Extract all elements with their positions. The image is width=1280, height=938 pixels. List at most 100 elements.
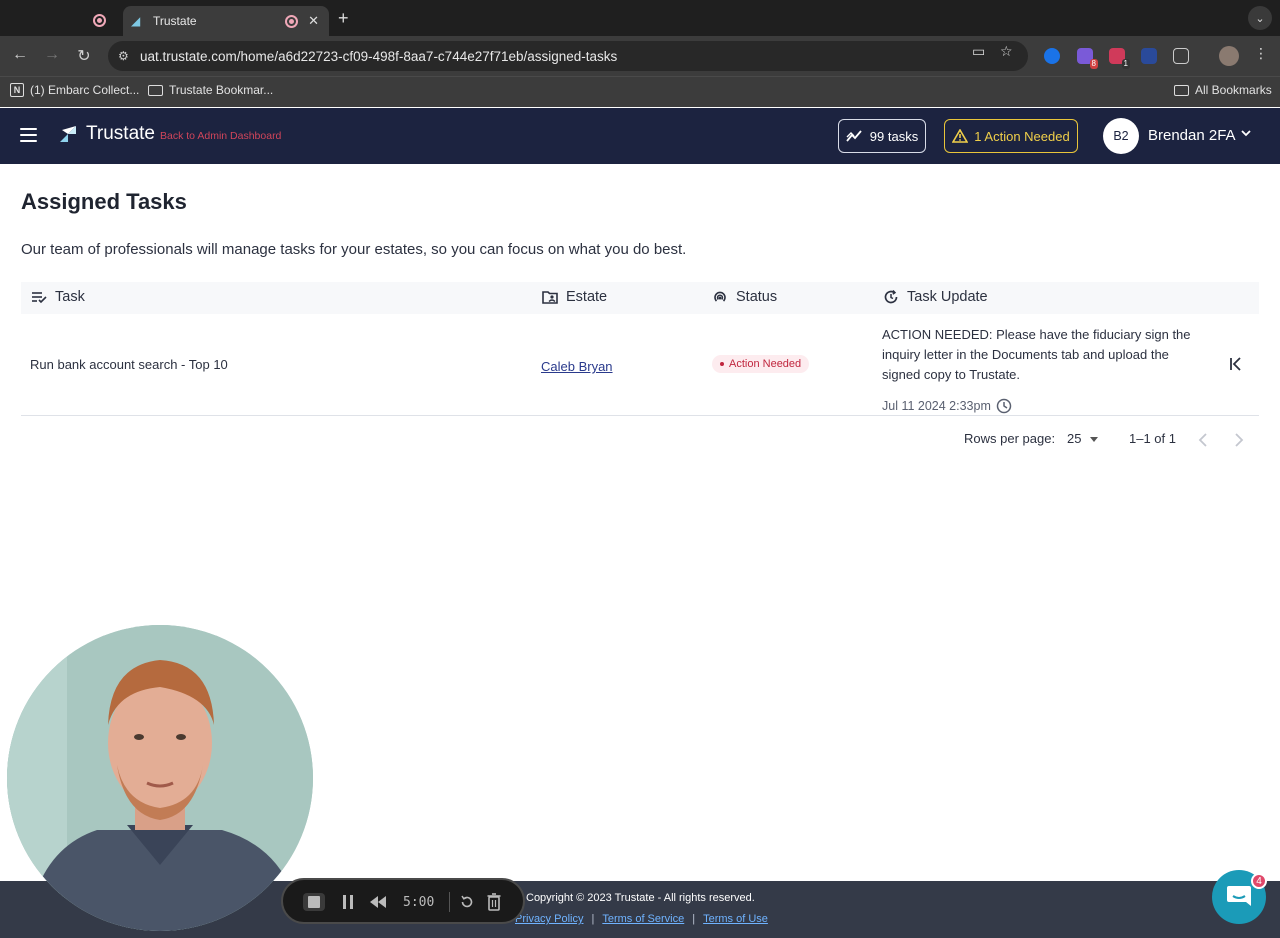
collapse-first-page-icon[interactable] bbox=[1228, 356, 1244, 372]
task-update-text: ACTION NEEDED: Please have the fiduciary… bbox=[882, 325, 1202, 385]
back-to-admin-link[interactable]: Back to Admin Dashboard bbox=[160, 130, 281, 142]
extension-shield-icon[interactable] bbox=[1044, 48, 1060, 64]
pause-icon[interactable] bbox=[341, 894, 355, 910]
address-bar[interactable]: ⚙ uat.trustate.com/home/a6d22723-cf09-49… bbox=[108, 41, 1028, 71]
footer-separator: | bbox=[591, 913, 595, 925]
user-name[interactable]: Brendan 2FA bbox=[1148, 127, 1236, 144]
signal-icon bbox=[714, 291, 726, 302]
folder-user-icon bbox=[542, 291, 558, 304]
recorder-controls: 5:00 bbox=[281, 878, 525, 924]
rows-per-page-label: Rows per page: bbox=[964, 431, 1056, 446]
stop-recording-icon[interactable] bbox=[303, 893, 325, 911]
status-label: Action Needed bbox=[729, 358, 802, 370]
url-text[interactable]: uat.trustate.com/home/a6d22723-cf09-498f… bbox=[140, 49, 617, 64]
extension-badge: 1 bbox=[1121, 59, 1130, 69]
column-header-task[interactable]: Task bbox=[31, 289, 85, 305]
column-label: Task bbox=[55, 289, 85, 305]
notion-icon: N bbox=[10, 83, 24, 97]
column-label: Status bbox=[736, 289, 778, 305]
task-update-line: inquiry letter in the Documents tab and … bbox=[882, 347, 1169, 362]
bookmark-star-icon[interactable]: ☆ bbox=[1000, 43, 1013, 60]
back-arrow-icon[interactable]: ← bbox=[10, 46, 30, 64]
caret-down-icon bbox=[1090, 436, 1099, 442]
chevron-down-icon[interactable] bbox=[1240, 127, 1252, 139]
webcam-bubble[interactable] bbox=[7, 625, 313, 931]
table-row[interactable]: Run bank account search - Top 10 Caleb B… bbox=[21, 318, 1259, 416]
next-page-icon[interactable] bbox=[1234, 433, 1244, 447]
chat-bubble-icon bbox=[1227, 886, 1251, 906]
recording-icon bbox=[285, 14, 299, 28]
previous-page-icon[interactable] bbox=[1198, 433, 1208, 447]
task-update-line: ACTION NEEDED: Please have the fiduciary… bbox=[882, 327, 1191, 342]
estate-link[interactable]: Caleb Bryan bbox=[541, 359, 613, 374]
browser-menu-icon[interactable]: ⋮ bbox=[1254, 45, 1268, 62]
footer-links: Privacy Policy | Terms of Service | Term… bbox=[515, 913, 768, 925]
user-avatar[interactable]: B2 bbox=[1103, 118, 1139, 154]
rewind-icon[interactable] bbox=[369, 895, 387, 909]
action-needed-label: 1 Action Needed bbox=[974, 128, 1070, 144]
status-dot-icon bbox=[720, 362, 724, 366]
browser-tab-trustate[interactable]: ◢ Trustate ✕ bbox=[123, 6, 329, 36]
new-tab-button[interactable]: + bbox=[338, 8, 349, 29]
page-description: Our team of professionals will manage ta… bbox=[21, 241, 687, 258]
extension-puzzle-icon[interactable]: 8 bbox=[1077, 48, 1098, 69]
folder-icon bbox=[1174, 84, 1189, 96]
browser-toolbar: ← → ↻ ⚙ uat.trustate.com/home/a6d22723-c… bbox=[0, 36, 1280, 76]
trustate-logo-icon bbox=[60, 126, 76, 142]
status-badge: Action Needed bbox=[712, 354, 810, 373]
menu-icon[interactable] bbox=[20, 128, 37, 146]
browser-tab-recording[interactable] bbox=[0, 6, 120, 36]
trash-icon[interactable] bbox=[487, 893, 501, 911]
task-update-line: signed copy to Trustate. bbox=[882, 367, 1021, 382]
recording-icon bbox=[93, 14, 106, 27]
tab-title: Trustate bbox=[153, 14, 197, 28]
trustate-favicon-icon: ◢ bbox=[131, 14, 141, 28]
action-needed-button[interactable]: 1 Action Needed bbox=[944, 119, 1078, 153]
extension-clip-icon[interactable]: 1 bbox=[1109, 48, 1130, 69]
bookmark-embarc[interactable]: N (1) Embarc Collect... bbox=[10, 83, 139, 97]
bookmark-label: Trustate Bookmar... bbox=[169, 83, 274, 97]
task-update-time: Jul 11 2024 2:33pm bbox=[882, 398, 1012, 414]
trend-icon bbox=[846, 130, 862, 142]
update-timestamp: Jul 11 2024 2:33pm bbox=[882, 399, 991, 413]
terms-of-use-link[interactable]: Terms of Use bbox=[703, 913, 768, 925]
privacy-policy-link[interactable]: Privacy Policy bbox=[515, 913, 583, 925]
column-header-status[interactable]: Status bbox=[712, 289, 777, 305]
tasks-count-button[interactable]: 99 tasks bbox=[838, 119, 926, 153]
table-header: Task Estate Status Task Update bbox=[21, 282, 1259, 314]
column-label: Task Update bbox=[907, 289, 988, 305]
camera-icon[interactable]: ▭ bbox=[972, 43, 985, 60]
bookmark-trustate-folder[interactable]: Trustate Bookmar... bbox=[148, 83, 273, 97]
restart-icon[interactable] bbox=[459, 894, 475, 910]
warning-icon bbox=[952, 129, 969, 143]
extensions-icon[interactable] bbox=[1173, 48, 1189, 64]
trustate-logo[interactable]: Trustate bbox=[58, 123, 155, 145]
forward-arrow-icon[interactable]: → bbox=[42, 46, 62, 64]
terms-of-service-link[interactable]: Terms of Service bbox=[602, 913, 684, 925]
reload-icon[interactable]: ↻ bbox=[74, 46, 94, 66]
pagination-range: 1–1 of 1 bbox=[1129, 431, 1176, 446]
bookmark-label: (1) Embarc Collect... bbox=[30, 83, 140, 97]
site-settings-icon[interactable]: ⚙ bbox=[118, 49, 140, 63]
task-name: Run bank account search - Top 10 bbox=[30, 357, 228, 372]
column-header-task-update[interactable]: Task Update bbox=[883, 289, 988, 305]
close-tab-icon[interactable]: ✕ bbox=[308, 13, 319, 29]
app-header: Trustate Back to Admin Dashboard 99 task… bbox=[0, 108, 1280, 164]
copyright-text: Copyright © 2023 Trustate - All rights r… bbox=[526, 892, 755, 904]
recorder-divider bbox=[449, 892, 450, 912]
all-bookmarks-button[interactable]: All Bookmarks bbox=[1174, 83, 1272, 97]
rows-per-page-select[interactable]: 25 bbox=[1067, 431, 1099, 446]
extension-wave-icon[interactable] bbox=[1141, 48, 1157, 64]
browser-tab-bar: ◢ Trustate ✕ + ⌄ bbox=[0, 0, 1280, 36]
recording-timer: 5:00 bbox=[403, 895, 435, 910]
tab-search-chevron-icon[interactable]: ⌄ bbox=[1248, 6, 1272, 30]
column-header-estate[interactable]: Estate bbox=[542, 289, 607, 305]
profile-avatar-icon[interactable] bbox=[1219, 46, 1239, 66]
brand-name: Trustate bbox=[86, 123, 155, 144]
checklist-icon bbox=[32, 292, 47, 304]
refresh-clock-icon bbox=[884, 289, 898, 304]
extension-badge: 8 bbox=[1089, 59, 1098, 69]
webcam-person-image bbox=[7, 625, 313, 931]
chat-notification-badge: 4 bbox=[1251, 873, 1267, 889]
tasks-count-label: 99 tasks bbox=[869, 128, 919, 144]
